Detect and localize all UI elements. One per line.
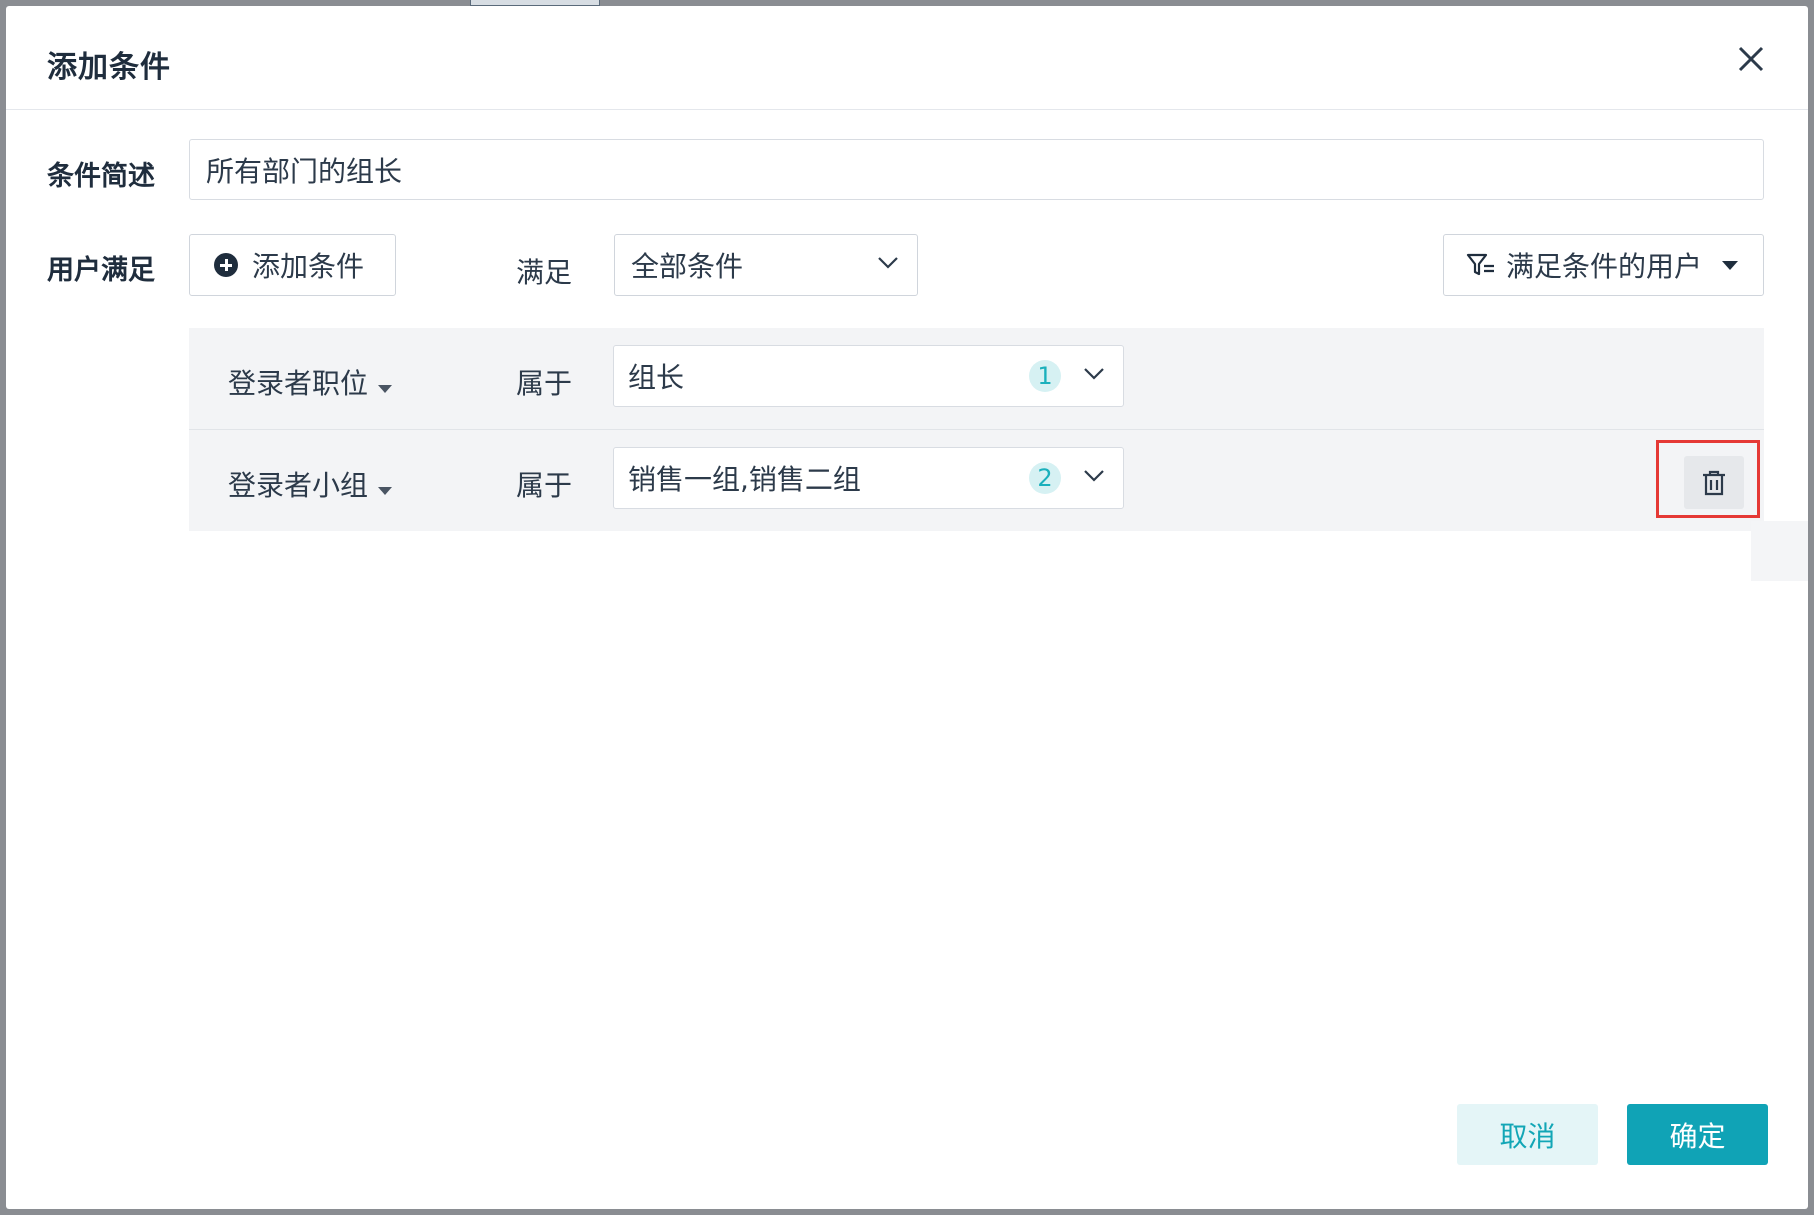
condition-field-label: 登录者小组 [228,469,369,502]
condition-field-select[interactable]: 登录者小组 [228,464,393,504]
trash-icon [1703,470,1725,495]
add-condition-label: 添加条件 [252,250,365,283]
dialog-header: 添加条件 [6,6,1808,110]
caret-down-icon [378,487,393,495]
summary-label: 条件简述 [47,161,155,192]
chevron-down-icon [1084,470,1104,482]
cancel-button[interactable]: 取消 [1457,1104,1598,1165]
filtered-users-label: 满足条件的用户 [1506,250,1703,283]
chevron-down-icon [1084,368,1104,380]
condition-operator: 属于 [516,367,573,400]
selected-count-badge: 1 [1029,360,1061,392]
add-condition-dialog: 添加条件 条件简述 所有部门的组长 用户满足 添加条件 满足 全部条件 满足条件… [6,6,1808,1209]
condition-value-select[interactable]: 销售一组,销售二组 2 [613,447,1124,509]
delete-condition-button[interactable] [1684,456,1744,509]
selected-count-badge: 2 [1029,462,1061,494]
users-label: 用户满足 [47,255,155,286]
condition-row: 登录者小组 属于 销售一组,销售二组 2 [189,430,1764,531]
chevron-down-icon [878,257,898,269]
condition-value-select[interactable]: 组长 1 [613,345,1124,407]
match-select[interactable]: 全部条件 [614,234,918,296]
match-label: 满足 [516,256,573,289]
caret-down-icon [378,385,393,393]
condition-field-select[interactable]: 登录者职位 [228,362,393,402]
summary-input-value: 所有部门的组长 [206,154,403,188]
filter-icon [1466,253,1494,276]
condition-value: 销售一组,销售二组 [628,463,861,496]
add-condition-button[interactable]: 添加条件 [189,234,396,296]
tooltip-remnant [1751,521,1808,581]
condition-field-label: 登录者职位 [228,367,369,400]
summary-input[interactable]: 所有部门的组长 [189,139,1764,200]
condition-value: 组长 [628,361,685,394]
caret-down-icon [1722,260,1739,270]
close-icon[interactable] [1734,42,1768,76]
confirm-button[interactable]: 确定 [1627,1104,1768,1165]
condition-operator: 属于 [516,469,573,502]
plus-circle-icon [214,253,238,277]
match-select-value: 全部条件 [631,250,744,283]
condition-row: 登录者职位 属于 组长 1 [189,328,1764,429]
filtered-users-button[interactable]: 满足条件的用户 [1443,234,1764,296]
dialog-title: 添加条件 [47,50,171,85]
